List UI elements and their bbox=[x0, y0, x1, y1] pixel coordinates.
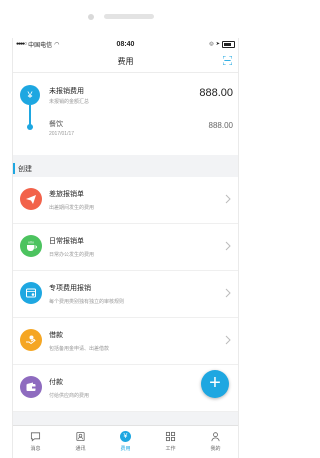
camera-dot bbox=[88, 14, 94, 20]
battery-icon bbox=[222, 40, 235, 48]
timeline-dot bbox=[27, 124, 33, 130]
clock: 08:40 bbox=[116, 40, 135, 48]
expense-item-title[interactable]: 餐饮 bbox=[49, 119, 63, 129]
tab-contacts[interactable]: 通讯 bbox=[58, 426, 103, 458]
card-desc: 日常办公发生的费用 bbox=[49, 252, 95, 258]
scan-icon[interactable] bbox=[223, 56, 232, 65]
card-name: 付款 bbox=[49, 379, 63, 386]
chevron-right-icon bbox=[225, 194, 231, 204]
tab-work[interactable]: 工作 bbox=[148, 426, 193, 458]
summary-amount: 888.00 bbox=[199, 87, 233, 99]
card-name: 借款 bbox=[49, 332, 63, 339]
summary-subtitle: 未报销的金额汇总 bbox=[49, 99, 90, 105]
tab-label: 我的 bbox=[210, 446, 221, 452]
summary-title: 未报销费用 bbox=[49, 88, 84, 95]
chevron-right-icon bbox=[225, 241, 231, 251]
card-desc: 付给供应商的费用 bbox=[49, 393, 90, 399]
chevron-right-icon bbox=[225, 335, 231, 345]
card-desc: 出差期间发生的费用 bbox=[49, 205, 95, 211]
loan-icon bbox=[20, 329, 42, 351]
status-bar: ●●●●○ 中国电信 ◠ 08:40 ◎ ➤ bbox=[13, 38, 238, 50]
tab-messages[interactable]: 消息 bbox=[13, 426, 58, 458]
section-label: 创建 bbox=[18, 166, 32, 173]
yen-icon: ¥ bbox=[20, 85, 40, 105]
profile-icon bbox=[211, 432, 220, 442]
page-title: 费用 bbox=[117, 56, 134, 66]
phone-bezel bbox=[0, 0, 249, 38]
nav-bar: 费用 bbox=[13, 50, 238, 73]
app-screen: ●●●●○ 中国电信 ◠ 08:40 ◎ ➤ 费用 ¥ 未报销费用 未报销的金额… bbox=[12, 38, 239, 458]
wallet-icon bbox=[20, 376, 42, 398]
tab-label: 通讯 bbox=[75, 446, 86, 452]
section-accent-bar bbox=[13, 163, 15, 174]
tab-bar: 消息 通讯 ¥ 费用 工作 我的 bbox=[13, 425, 238, 458]
card-daily-reimbursement[interactable]: 日常报销单 日常办公发生的费用 bbox=[13, 224, 238, 271]
chevron-right-icon bbox=[225, 288, 231, 298]
coffee-icon bbox=[20, 235, 42, 257]
unreimbursed-summary[interactable]: ¥ 未报销费用 未报销的金额汇总 888.00 餐饮 2017/01/17 88… bbox=[13, 73, 238, 155]
expense-item-date: 2017/01/17 bbox=[49, 131, 75, 137]
card-travel-reimbursement[interactable]: 差旅报销单 出差期间发生的费用 bbox=[13, 177, 238, 224]
card-desc: 每个费用类别独有独立的审核规则 bbox=[49, 299, 125, 305]
message-icon bbox=[30, 432, 41, 442]
contacts-icon bbox=[76, 431, 85, 442]
tab-expenses[interactable]: ¥ 费用 bbox=[103, 426, 148, 458]
tab-label: 消息 bbox=[30, 446, 41, 452]
card-name: 日常报销单 bbox=[49, 238, 84, 245]
card-name: 差旅报销单 bbox=[49, 191, 84, 198]
tab-profile[interactable]: 我的 bbox=[193, 426, 238, 458]
expense-item-amount: 888.00 bbox=[208, 121, 233, 130]
speaker-grille bbox=[104, 14, 154, 19]
timeline-line bbox=[29, 105, 31, 125]
add-button[interactable]: + bbox=[201, 370, 229, 398]
plane-icon bbox=[20, 188, 42, 210]
special-expense-icon bbox=[20, 282, 42, 304]
card-desc: 包括备用金申请、出差借款 bbox=[49, 346, 110, 352]
tab-label: 工作 bbox=[165, 446, 176, 452]
card-loan[interactable]: 借款 包括备用金申请、出差借款 bbox=[13, 318, 238, 365]
section-create: 创建 bbox=[13, 160, 238, 177]
card-name: 专项费用报销 bbox=[49, 285, 91, 292]
grid-icon bbox=[165, 431, 176, 442]
card-special-expense[interactable]: 专项费用报销 每个费用类别独有独立的审核规则 bbox=[13, 271, 238, 318]
yen-icon: ¥ bbox=[120, 431, 131, 442]
tab-label: 费用 bbox=[120, 446, 131, 452]
